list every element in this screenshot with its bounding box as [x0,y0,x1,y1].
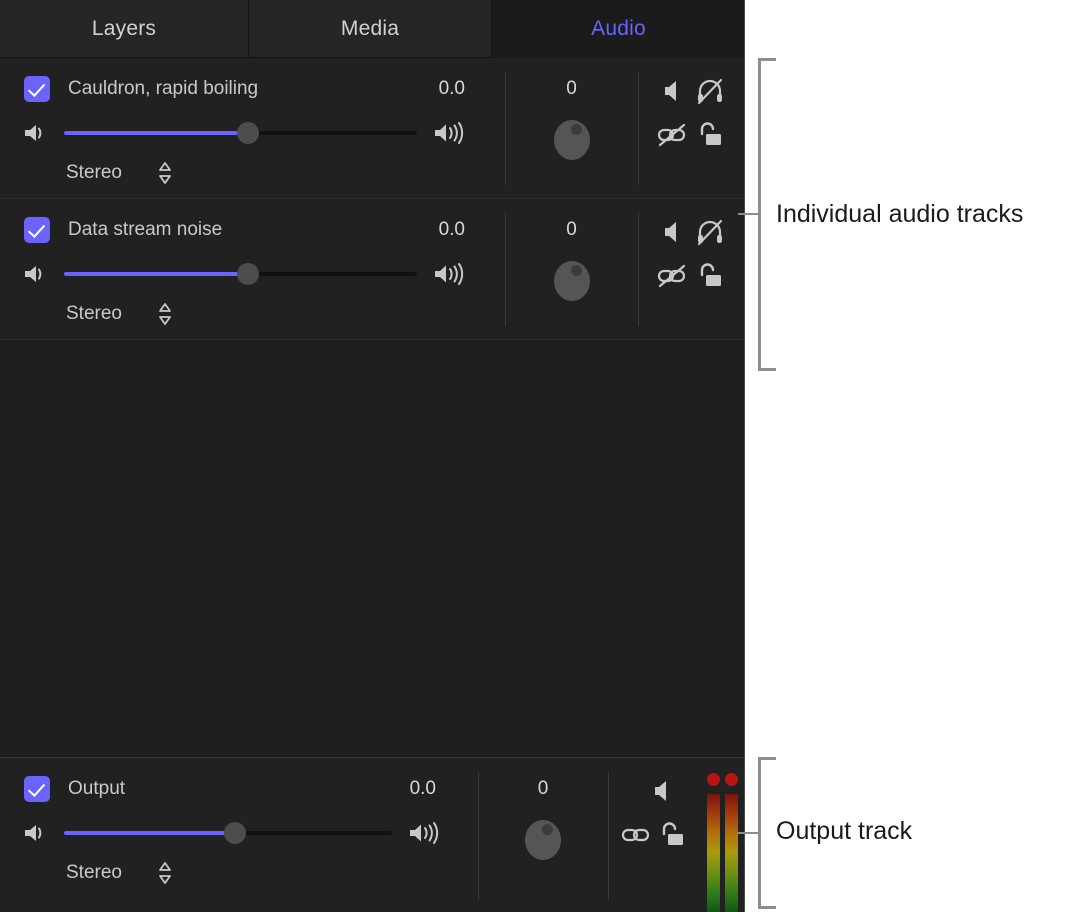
channel-mode-label: Stereo [66,303,122,325]
output-channel-mode-control[interactable]: Stereo [66,860,172,886]
level-meter-left [707,794,720,912]
pan-column: 0 [505,199,638,339]
output-pan-knob[interactable] [525,820,561,860]
lock-open-icon[interactable] [658,818,686,850]
track-main-column: Cauldron, rapid boiling 0.0 [0,58,505,198]
link-icon[interactable] [620,820,652,850]
output-pan-value[interactable]: 0 [478,778,608,800]
volume-slider[interactable] [64,263,417,285]
pan-knob-indicator [571,124,582,135]
slider-fill [64,831,235,835]
output-enable-row: Output [24,776,125,802]
annotation-bracket [748,58,778,371]
annotation-bracket [748,757,778,909]
link-broken-icon[interactable] [656,261,688,291]
output-channel-mode-label: Stereo [66,862,122,884]
lock-open-icon[interactable] [696,118,724,150]
slider-knob[interactable] [237,122,259,144]
track-icon-column [638,58,745,198]
output-name-label: Output [68,778,125,800]
track-pan-value[interactable]: 0 [505,219,638,241]
chevron-updown-icon[interactable] [158,160,172,186]
chevron-updown-icon[interactable] [158,301,172,327]
lock-open-icon[interactable] [696,259,724,291]
track-name-label: Data stream noise [68,219,222,241]
speaker-low-icon [22,821,48,845]
audio-track-list: Cauldron, rapid boiling 0.0 [0,58,744,340]
tab-media-label: Media [341,17,399,41]
mute-icon[interactable] [658,78,684,104]
channel-mode-control[interactable]: Stereo [66,301,172,327]
bracket-bottom-arm [758,906,776,909]
speaker-high-icon [433,120,467,146]
screenshot-root: Layers Media Audio Cauldron, rapid boili… [0,0,1072,912]
tab-layers[interactable]: Layers [0,0,249,58]
tab-layers-label: Layers [92,17,156,41]
track-icon-column [638,199,745,339]
output-volume-slider-row [22,820,442,846]
bracket-top-arm [758,58,776,61]
table-row[interactable]: Data stream noise 0.0 [0,199,745,340]
mute-icon[interactable] [658,219,684,245]
slider-fill [64,131,248,135]
tab-audio[interactable]: Audio [492,0,745,58]
chevron-updown-icon[interactable] [158,860,172,886]
output-pan-column: 0 [478,758,608,912]
table-row[interactable]: Cauldron, rapid boiling 0.0 [0,58,745,199]
speaker-high-icon [433,261,467,287]
track-enable-row: Cauldron, rapid boiling [24,76,258,102]
annotation-label: Output track [776,817,912,846]
output-icon-column [608,758,698,912]
speaker-high-icon [408,820,442,846]
bracket-top-arm [758,757,776,760]
track-main-column: Data stream noise 0.0 [0,199,505,339]
channel-mode-label: Stereo [66,162,122,184]
volume-slider-row [22,120,467,146]
audio-panel: Layers Media Audio Cauldron, rapid boili… [0,0,745,912]
output-enable-checkbox[interactable] [24,776,50,802]
output-volume-slider[interactable] [64,822,392,844]
annotation-label: Individual audio tracks [776,200,1023,229]
track-pan-value[interactable]: 0 [505,78,638,100]
tab-audio-label: Audio [591,17,646,41]
slider-fill [64,272,248,276]
bracket-tick [738,832,759,834]
tab-media[interactable]: Media [249,0,492,58]
solo-headphones-off-icon[interactable] [694,216,726,248]
speaker-low-icon [22,121,48,145]
track-level-value[interactable]: 0.0 [439,78,465,100]
clip-indicator[interactable] [707,773,720,786]
volume-slider[interactable] [64,122,417,144]
track-name-label: Cauldron, rapid boiling [68,78,258,100]
track-enable-checkbox[interactable] [24,76,50,102]
pan-knob[interactable] [554,261,590,301]
pan-knob-indicator [542,824,553,835]
slider-knob[interactable] [237,263,259,285]
pan-column: 0 [505,58,638,198]
pan-knob[interactable] [554,120,590,160]
slider-knob[interactable] [224,822,246,844]
output-track-row[interactable]: Output 0.0 [0,757,745,912]
speaker-low-icon [22,262,48,286]
track-level-value[interactable]: 0.0 [439,219,465,241]
panel-tab-bar: Layers Media Audio [0,0,744,58]
level-meter-right [725,794,738,912]
volume-slider-row [22,261,467,287]
solo-headphones-off-icon[interactable] [694,75,726,107]
output-main-column: Output 0.0 [0,758,478,912]
track-enable-row: Data stream noise [24,217,222,243]
pan-knob-indicator [571,265,582,276]
track-enable-checkbox[interactable] [24,217,50,243]
bracket-tick [738,213,759,215]
output-level-meters [702,758,745,912]
output-level-value[interactable]: 0.0 [410,778,436,800]
clip-indicator[interactable] [725,773,738,786]
mute-icon[interactable] [648,778,674,804]
link-broken-icon[interactable] [656,120,688,150]
bracket-bottom-arm [758,368,776,371]
channel-mode-control[interactable]: Stereo [66,160,172,186]
